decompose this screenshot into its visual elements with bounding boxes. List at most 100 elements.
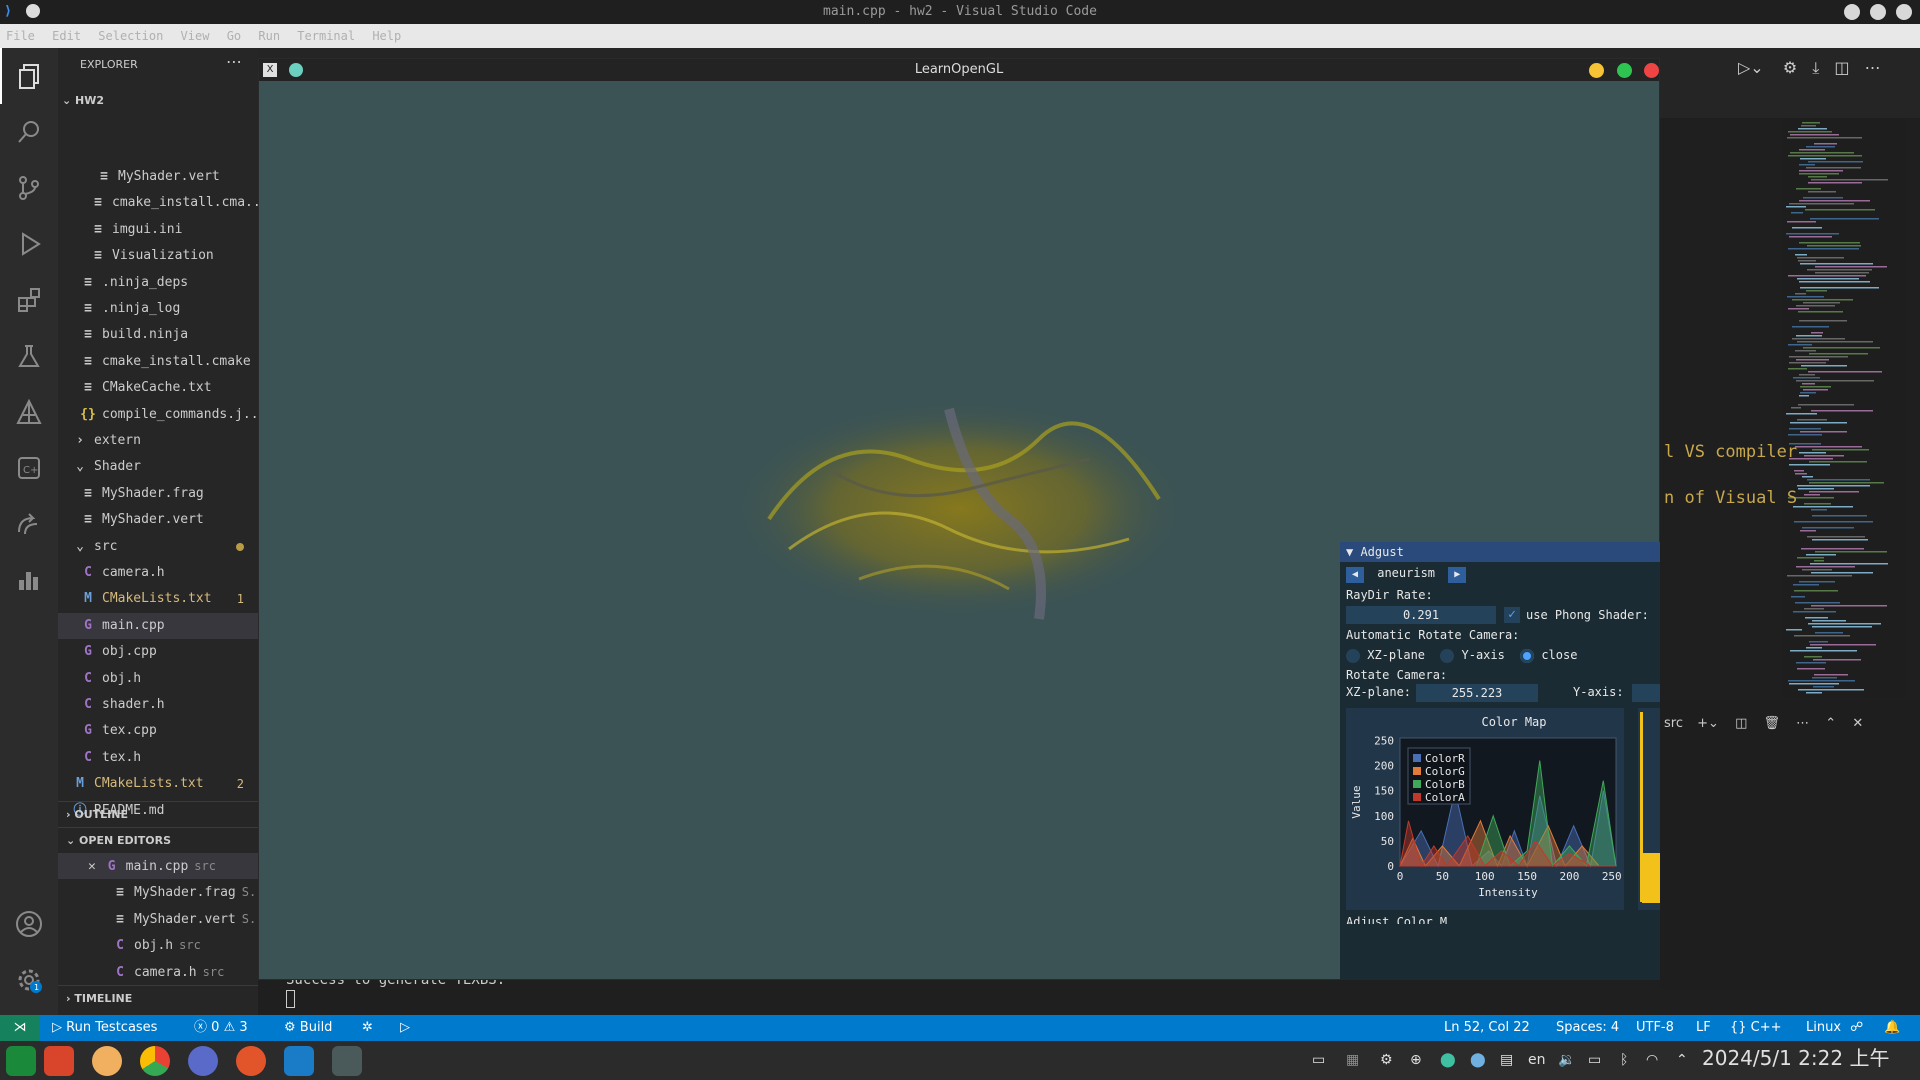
tree-item[interactable]: ≡ cmake_install.cma... <box>58 190 258 216</box>
tree-item[interactable]: {} compile_commands.j... <box>58 402 258 428</box>
prev-dataset-button[interactable]: ◀ <box>1346 567 1364 583</box>
menu-view[interactable]: View <box>181 29 210 43</box>
open-editor-item[interactable]: Ccamera.h src <box>58 959 258 985</box>
tree-item[interactable]: ≡ Visualization <box>58 243 258 269</box>
tree-item[interactable]: ≡ MyShader.vert <box>58 164 258 190</box>
line-ending[interactable]: LF <box>1696 1015 1711 1041</box>
more-icon[interactable]: ⋯ <box>1796 716 1809 731</box>
encoding[interactable]: UTF-8 <box>1636 1015 1674 1041</box>
source-control-icon[interactable] <box>0 160 58 216</box>
x-app-taskbar-icon[interactable] <box>332 1046 362 1076</box>
files-app-icon[interactable] <box>92 1046 122 1076</box>
notifications-icon[interactable]: 🔔 <box>1884 1015 1900 1041</box>
remote-icon[interactable] <box>0 496 58 552</box>
trash-app-icon[interactable] <box>44 1046 74 1076</box>
tree-item[interactable]: ≡ .ninja_deps <box>58 270 258 296</box>
problems-indicator[interactable]: ⓧ 0 ⚠ 3 <box>194 1015 248 1041</box>
testing-icon[interactable] <box>0 328 58 384</box>
split-editor-icon[interactable]: ◫ <box>1834 58 1849 77</box>
tree-item[interactable]: Cshader.h <box>58 692 258 718</box>
raydir-slider[interactable]: 0.291 <box>1346 606 1496 624</box>
close-button[interactable] <box>1896 4 1912 20</box>
tree-item[interactable]: ≡ .ninja_log <box>58 296 258 322</box>
tree-item[interactable]: Gobj.cpp <box>58 639 258 665</box>
tray-green-icon[interactable]: ⬤ <box>1440 1049 1456 1071</box>
y-axis-slider[interactable] <box>1632 684 1660 702</box>
cpp-runner-icon[interactable]: C+ <box>0 440 58 496</box>
wifi-icon[interactable]: ◠ <box>1646 1049 1658 1071</box>
tree-item[interactable]: Cobj.h <box>58 666 258 692</box>
chrome-app-icon[interactable] <box>140 1046 170 1076</box>
remote-indicator-icon[interactable]: ⋊ <box>0 1015 40 1041</box>
maximize-button[interactable] <box>1870 4 1886 20</box>
root-folder[interactable]: ⌄ HW2 <box>62 94 104 107</box>
tree-item[interactable]: › extern <box>58 428 258 454</box>
chevron-up-icon[interactable]: ⌃ <box>1676 1049 1688 1071</box>
tree-item[interactable]: ≡ MyShader.vert <box>58 507 258 533</box>
tree-item[interactable]: ⌄ src <box>58 534 258 560</box>
close-icon[interactable]: ✕ <box>1852 716 1863 731</box>
chart-icon[interactable] <box>0 552 58 608</box>
tree-item[interactable]: Ctex.h <box>58 745 258 771</box>
launch-icon[interactable]: ▷ <box>400 1015 410 1041</box>
next-dataset-button[interactable]: ▶ <box>1448 567 1467 583</box>
tree-item[interactable]: ≡ cmake_install.cmake <box>58 349 258 375</box>
menu-edit[interactable]: Edit <box>52 29 81 43</box>
phong-checkbox[interactable]: ✓ <box>1504 607 1520 623</box>
cursor-position[interactable]: Ln 52, Col 22 <box>1444 1015 1530 1041</box>
gl-minimize-button[interactable] <box>1589 63 1604 78</box>
chevron-up-icon[interactable]: ⌃ <box>1825 716 1836 731</box>
tray-app-icon[interactable]: ⚙ <box>1380 1049 1393 1071</box>
desktop-icon[interactable]: ▭ <box>1312 1049 1325 1071</box>
open-editor-item[interactable]: ✕ Gmain.cpp src <box>58 853 258 879</box>
platform[interactable]: Linux <box>1806 1015 1841 1041</box>
battery-icon[interactable]: ▭ <box>1588 1049 1601 1071</box>
run-debug-icon[interactable] <box>0 216 58 272</box>
monitor-icon[interactable]: ▦ <box>1346 1049 1359 1071</box>
open-editor-item[interactable]: ≡ MyShader.frag S... <box>58 879 258 905</box>
run-icon[interactable]: ▷⌄ <box>1738 58 1764 77</box>
volume-icon[interactable]: 🔉 <box>1558 1049 1575 1071</box>
download-icon[interactable]: ⤓ <box>1812 58 1819 77</box>
bluetooth-icon[interactable]: ᛒ <box>1620 1049 1628 1071</box>
tree-item[interactable]: M CMakeLists.txt 1 <box>58 586 258 612</box>
clock[interactable]: 2024/5/1 2:22 上午 <box>1702 1047 1889 1069</box>
radio-y[interactable] <box>1440 648 1455 663</box>
tree-item[interactable]: ≡ build.ninja <box>58 322 258 348</box>
minimize-button[interactable] <box>1844 4 1860 20</box>
ubuntu-app-icon[interactable] <box>236 1046 266 1076</box>
settings-gear-icon[interactable]: 1 <box>0 952 58 1008</box>
slack-app-icon[interactable] <box>188 1046 218 1076</box>
minimap[interactable] <box>1782 118 1906 698</box>
gl-close-button[interactable] <box>1644 63 1659 78</box>
panel-header[interactable]: ▼ Adgust <box>1340 542 1660 562</box>
tree-item[interactable]: Ccamera.h <box>58 560 258 586</box>
pin-icon[interactable] <box>289 63 303 77</box>
run-testcases[interactable]: ▷ Run Testcases <box>52 1015 157 1041</box>
close-icon[interactable]: ✕ <box>88 859 104 874</box>
gear-icon[interactable]: ⚙ <box>1783 58 1797 77</box>
tree-item[interactable]: Gtex.cpp <box>58 718 258 744</box>
tree-item[interactable]: Gmain.cpp <box>58 612 258 639</box>
trash-icon[interactable]: 🗑 <box>1764 716 1781 731</box>
account-icon[interactable] <box>0 896 58 952</box>
menu-go[interactable]: Go <box>227 29 241 43</box>
opacity-bar[interactable] <box>1638 708 1660 910</box>
cmake-icon[interactable] <box>0 384 58 440</box>
indentation[interactable]: Spaces: 4 <box>1556 1015 1619 1041</box>
more-icon[interactable]: ⋯ <box>1865 58 1881 77</box>
manjaro-menu-icon[interactable] <box>6 1046 36 1076</box>
vscode-app-icon[interactable] <box>284 1046 314 1076</box>
radio-xz[interactable] <box>1346 648 1360 663</box>
tree-item[interactable]: ≡ CMakeCache.txt <box>58 375 258 401</box>
update-icon[interactable]: ⊕ <box>1410 1049 1422 1071</box>
menu-terminal[interactable]: Terminal <box>297 29 355 43</box>
menu-help[interactable]: Help <box>372 29 401 43</box>
search-icon[interactable] <box>0 104 58 160</box>
gl-maximize-button[interactable] <box>1617 63 1632 78</box>
radio-close[interactable] <box>1520 648 1535 663</box>
open-editor-item[interactable]: ≡ MyShader.vert S... <box>58 906 258 932</box>
extensions-icon[interactable] <box>0 272 58 328</box>
explorer-icon[interactable] <box>0 48 58 104</box>
telegram-icon[interactable]: ⬤ <box>1470 1049 1486 1071</box>
